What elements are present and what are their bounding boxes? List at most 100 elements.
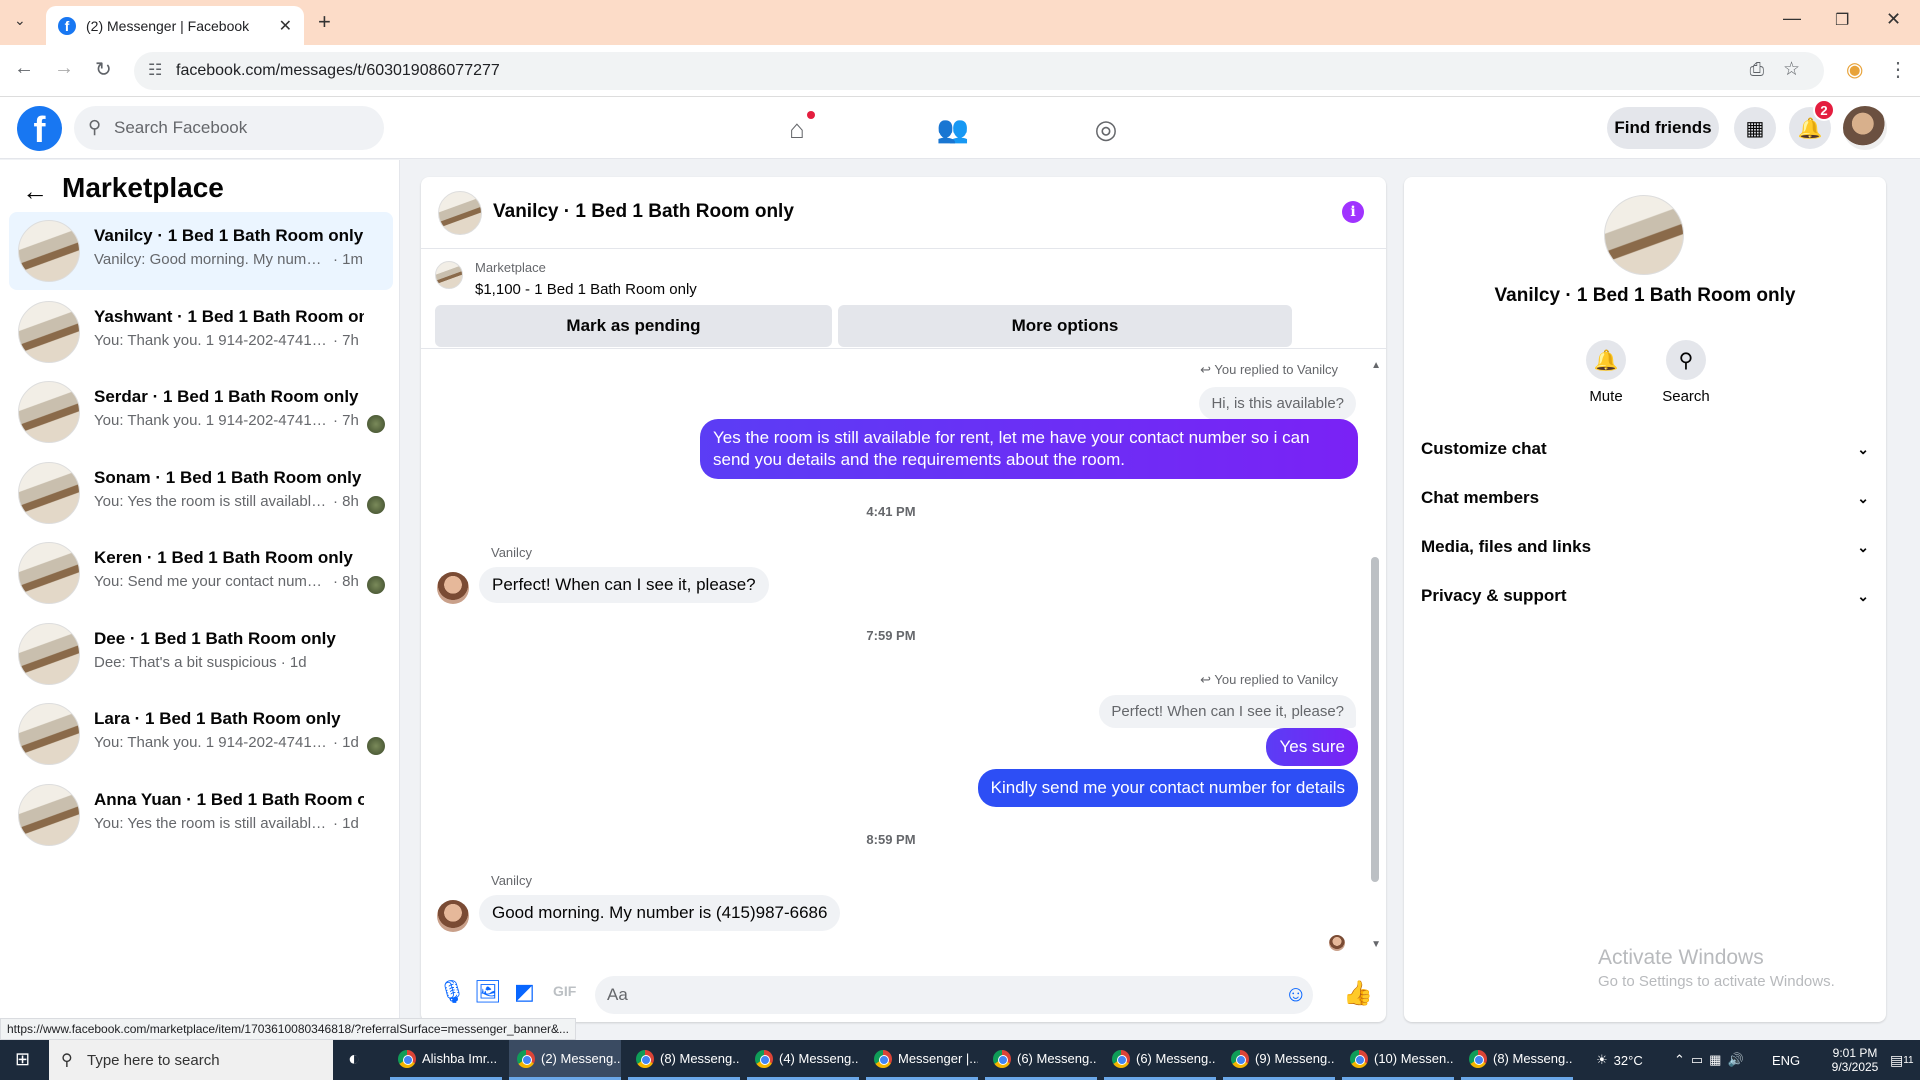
thumbs-up-icon[interactable]: 👍 <box>1343 979 1373 1008</box>
conversation-item[interactable]: Sonam · 1 Bed 1 Bath Room only You: Yes t… <box>9 454 393 532</box>
taskbar-search-input[interactable]: ⚲ Type here to search <box>49 1040 333 1080</box>
privacy-support-row[interactable]: Privacy & support ⌄ <box>1421 576 1869 616</box>
taskbar-app-item[interactable]: (10) Messen... <box>1342 1040 1454 1080</box>
conversation-time: · 8h <box>333 573 359 590</box>
weather-widget[interactable]: ☀ 32°C <box>1596 1040 1643 1080</box>
customize-chat-row[interactable]: Customize chat ⌄ <box>1421 429 1869 469</box>
taskbar-app-item[interactable]: (6) Messeng... <box>1104 1040 1216 1080</box>
conversation-item[interactable]: Yashwant · 1 Bed 1 Bath Room only You: Th… <box>9 293 393 371</box>
new-tab-icon[interactable]: + <box>318 9 331 35</box>
install-app-icon[interactable]: ⎙ <box>1750 59 1764 80</box>
taskbar-app-item[interactable]: (4) Messeng... <box>747 1040 859 1080</box>
close-window-icon[interactable]: ✕ <box>1886 9 1901 30</box>
scroll-up-icon[interactable]: ▲ <box>1371 360 1381 371</box>
taskbar-app-item[interactable]: Messenger |... <box>866 1040 978 1080</box>
message-input[interactable]: Aa ☺ <box>595 976 1313 1014</box>
mark-as-pending-button[interactable]: Mark as pending <box>435 305 832 347</box>
browser-tab[interactable]: f (2) Messenger | Facebook ✕ <box>46 6 304 45</box>
taskbar-app-item[interactable]: (2) Messeng... <box>509 1040 621 1080</box>
conversation-name: Anna Yuan · 1 Bed 1 Bath Room only <box>94 789 364 809</box>
taskbar-app-item[interactable]: (6) Messeng... <box>985 1040 1097 1080</box>
conversation-item[interactable]: Dee · 1 Bed 1 Bath Room only Dee: That's … <box>9 615 393 693</box>
microphone-icon[interactable]: 🎙 <box>438 979 466 1005</box>
search-facebook-input[interactable]: ⚲ Search Facebook <box>74 106 384 150</box>
conversation-item[interactable]: Lara · 1 Bed 1 Bath Room only You: Thank … <box>9 695 393 773</box>
quoted-message[interactable]: Hi, is this available? <box>1199 387 1356 420</box>
taskbar-item-label: Messenger |... <box>898 1051 978 1066</box>
profile-icon[interactable]: ◉ <box>1846 57 1863 82</box>
back-icon[interactable]: ← <box>14 57 34 80</box>
listing-thumbnail[interactable] <box>435 261 463 289</box>
taskbar-app-item[interactable]: Alishba Imr... <box>390 1040 502 1080</box>
row-label: Media, files and links <box>1421 537 1592 556</box>
received-message[interactable]: Good morning. My number is (415)987-6686 <box>479 895 841 931</box>
mute-button[interactable]: 🔔 Mute <box>1566 340 1646 405</box>
facebook-logo[interactable]: f <box>17 106 62 151</box>
restore-icon[interactable]: ❐ <box>1835 10 1849 30</box>
photo-icon[interactable]: 🖼 <box>474 979 502 1005</box>
conversation-item[interactable]: Vanilcy · 1 Bed 1 Bath Room only Vanilcy:… <box>9 212 393 290</box>
search-icon: ⚲ <box>1666 340 1706 380</box>
taskbar-search-placeholder: Type here to search <box>87 1051 220 1069</box>
sent-message[interactable]: Yes sure <box>1266 728 1358 766</box>
conversation-item[interactable]: Serdar · 1 Bed 1 Bath Room only You: Than… <box>9 373 393 451</box>
language-indicator[interactable]: ENG <box>1772 1040 1800 1080</box>
info-icon[interactable]: i <box>1342 201 1364 223</box>
conversation-item[interactable]: Anna Yuan · 1 Bed 1 Bath Room only You: Y… <box>9 776 393 854</box>
sender-avatar[interactable] <box>437 572 469 604</box>
app-icon[interactable]: ◐ <box>348 1048 360 1071</box>
browser-menu-icon[interactable]: ⋮ <box>1888 57 1908 82</box>
clock[interactable]: 9:01 PM 9/3/2025 <box>1820 1040 1890 1080</box>
chat-members-row[interactable]: Chat members ⌄ <box>1421 478 1869 518</box>
conversation-thumbnail <box>18 783 80 846</box>
received-message[interactable]: Perfect! When can I see it, please? <box>479 567 769 603</box>
sticker-icon[interactable]: ◩ <box>514 979 535 1005</box>
replied-label: ↩ You replied to Vanilcy <box>1200 362 1338 377</box>
url-field[interactable]: ☷ facebook.com/messages/t/60301908607727… <box>134 52 1824 90</box>
groups-icon[interactable]: ◎ <box>1086 109 1126 149</box>
system-tray-icons[interactable]: ⌃▭▦🔊 <box>1674 1040 1750 1080</box>
find-friends-button[interactable]: Find friends <box>1607 107 1719 149</box>
chat-scrollbar[interactable] <box>1371 557 1379 882</box>
facebook-header: f ⚲ Search Facebook ⌂ 👥 ◎ Find friends ▦… <box>0 97 1920 159</box>
sent-message[interactable]: Yes the room is still available for rent… <box>700 419 1358 479</box>
listing-profile-thumbnail[interactable] <box>1604 195 1684 275</box>
sent-message[interactable]: Kindly send me your contact number for d… <box>977 769 1358 807</box>
chat-title[interactable]: Vanilcy · 1 Bed 1 Bath Room only <box>493 201 794 223</box>
account-avatar[interactable] <box>1843 106 1887 150</box>
search-placeholder: Search Facebook <box>114 118 248 137</box>
chat-thumbnail[interactable] <box>438 191 482 235</box>
message-placeholder: Aa <box>607 985 628 1004</box>
windows-start-icon[interactable]: ⊞ <box>15 1049 30 1070</box>
tab-list-icon[interactable]: ⌄ <box>14 12 26 29</box>
back-arrow-icon[interactable]: ← <box>22 176 48 207</box>
bookmark-star-icon[interactable]: ☆ <box>1783 58 1800 81</box>
conversation-time: · 7h <box>333 331 359 349</box>
gif-icon[interactable]: GIF <box>553 983 576 999</box>
listing-title[interactable]: $1,100 - 1 Bed 1 Bath Room only <box>475 281 697 298</box>
taskbar-app-item[interactable]: (8) Messeng... <box>628 1040 740 1080</box>
notification-center-icon[interactable]: ▤ 11 <box>1890 1040 1914 1080</box>
taskbar-app-item[interactable]: (9) Messeng... <box>1223 1040 1335 1080</box>
menu-grid-icon[interactable]: ▦ <box>1734 107 1776 149</box>
taskbar-app-item[interactable]: (8) Messeng... <box>1461 1040 1573 1080</box>
site-info-icon[interactable]: ☷ <box>148 60 162 80</box>
search-chat-button[interactable]: ⚲ Search <box>1646 340 1726 405</box>
media-files-links-row[interactable]: Media, files and links ⌄ <box>1421 527 1869 567</box>
close-tab-icon[interactable]: ✕ <box>279 16 292 36</box>
forward-icon[interactable]: → <box>54 57 74 80</box>
quoted-message[interactable]: Perfect! When can I see it, please? <box>1099 695 1356 728</box>
sender-avatar[interactable] <box>437 900 469 932</box>
taskbar-item-label: (4) Messeng... <box>779 1051 859 1066</box>
conversation-item[interactable]: Keren · 1 Bed 1 Bath Room only You: Send … <box>9 534 393 612</box>
more-options-button[interactable]: More options <box>838 305 1292 347</box>
scroll-down-icon[interactable]: ▼ <box>1371 939 1381 950</box>
status-bar-url: https://www.facebook.com/marketplace/ite… <box>0 1018 576 1040</box>
home-icon[interactable]: ⌂ <box>777 109 817 149</box>
taskbar-item-label: (10) Messen... <box>1374 1051 1454 1066</box>
reload-icon[interactable]: ↻ <box>95 57 112 82</box>
minimize-icon[interactable]: — <box>1783 8 1801 29</box>
emoji-icon[interactable]: ☺ <box>1285 981 1307 1007</box>
conversation-time: · 8h <box>333 492 359 510</box>
friends-icon[interactable]: 👥 <box>933 109 973 149</box>
